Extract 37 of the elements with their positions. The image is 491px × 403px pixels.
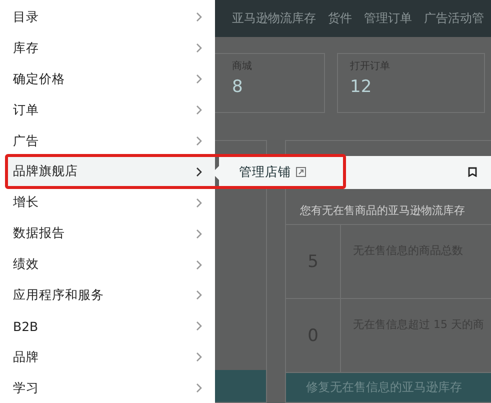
chevron-right-icon bbox=[195, 260, 203, 270]
menu-item[interactable]: 库存 bbox=[5, 32, 215, 64]
menu-item[interactable]: B2B bbox=[5, 310, 215, 342]
chevron-right-icon bbox=[195, 321, 203, 332]
menu-item[interactable]: 数据报告 bbox=[5, 218, 215, 250]
chevron-right-icon bbox=[195, 105, 203, 116]
panel-subtitle: 您有无在售商品的亚马逊物流库存 bbox=[300, 203, 465, 218]
stat-value: 12 bbox=[350, 77, 373, 97]
menu-item[interactable]: 确定价格 bbox=[5, 64, 215, 95]
chevron-right-icon bbox=[195, 383, 203, 394]
menu-item[interactable]: 品牌旗舰店 bbox=[5, 156, 215, 188]
nav-link[interactable]: 广告活动管 bbox=[424, 10, 484, 27]
menu-item[interactable]: 绩效 bbox=[5, 249, 215, 280]
chevron-right-icon bbox=[195, 166, 203, 177]
external-link-icon bbox=[296, 167, 306, 177]
chevron-right-icon bbox=[195, 43, 203, 54]
bookmark-icon[interactable] bbox=[468, 167, 477, 177]
chevron-right-icon bbox=[195, 198, 203, 208]
menu-item[interactable]: 应用程序和服务 bbox=[5, 280, 215, 311]
nav-link[interactable]: 管理订单 bbox=[364, 10, 412, 27]
action-bar bbox=[215, 370, 266, 402]
menu-item[interactable]: 广告 bbox=[5, 126, 215, 156]
nav-link[interactable]: 货件 bbox=[328, 10, 352, 27]
menu-item[interactable]: 目录 bbox=[5, 2, 215, 33]
menu-item[interactable]: 增长 bbox=[5, 187, 215, 218]
chevron-right-icon bbox=[195, 12, 203, 22]
chevron-right-icon bbox=[195, 74, 203, 84]
nav-link[interactable]: 亚马逊物流库存 bbox=[232, 10, 316, 27]
menu-item[interactable]: 品牌 bbox=[5, 342, 215, 373]
chevron-right-icon bbox=[195, 352, 203, 362]
menu-item[interactable]: 订单 bbox=[5, 94, 215, 126]
menu-item[interactable]: 学习 bbox=[5, 372, 215, 403]
chevron-right-icon bbox=[195, 290, 203, 300]
chevron-right-icon bbox=[195, 228, 203, 239]
submenu-link[interactable]: 管理店铺 bbox=[239, 164, 306, 180]
stat-value: 8 bbox=[232, 77, 244, 97]
chevron-right-icon bbox=[195, 136, 203, 146]
